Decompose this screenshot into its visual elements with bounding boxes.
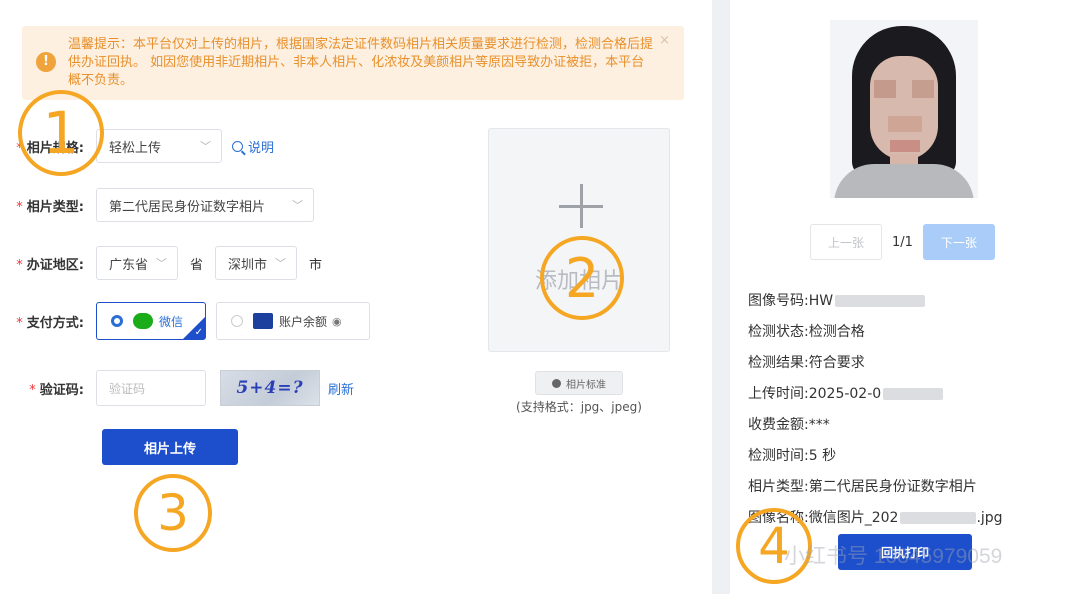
- info-row-status: 检测状态:检测合格: [748, 324, 865, 340]
- panel-divider: [712, 0, 730, 594]
- province-suffix: 省: [190, 257, 204, 273]
- step-marker-2: 2: [540, 236, 624, 320]
- city-select[interactable]: 深圳市 ﹀: [215, 246, 298, 280]
- region-label: * 办证地区:: [16, 257, 84, 273]
- chevron-down-icon: ﹀: [275, 257, 287, 270]
- payment-row: * 支付方式: 微信 ✓ 账户余额 ◉: [0, 302, 370, 340]
- region-row: * 办证地区: 广东省 ﹀ 省 深圳市 ﹀ 市: [0, 245, 334, 281]
- wechat-icon: [133, 313, 153, 329]
- check-icon: ✓: [194, 327, 203, 338]
- close-icon[interactable]: ×: [659, 32, 670, 50]
- page: ! 温馨提示：本平台仅对上传的相片，根据国家法定证件数码相片相关质量要求进行检测…: [0, 0, 1080, 594]
- info-row-fee: 收费金额:***: [748, 417, 830, 433]
- captcha-image[interactable]: 5+4=?: [220, 370, 320, 406]
- captcha-row: * 验证码: 验证码 5+4=? 刷新: [0, 370, 354, 406]
- radio-selected: [111, 315, 123, 327]
- upload-form-panel: ! 温馨提示：本平台仅对上传的相片，根据国家法定证件数码相片相关质量要求进行检测…: [0, 0, 712, 594]
- watermark-text: 小红书号 10845979059: [784, 545, 1003, 568]
- step-marker-3: 3: [134, 474, 212, 552]
- page-indicator: 1/1: [892, 234, 913, 250]
- wallet-icon: [253, 313, 273, 329]
- eye-icon[interactable]: ◉: [332, 315, 342, 328]
- info-row-photo-type: 相片类型:第二代居民身份证数字相片: [748, 479, 977, 495]
- photo-spec-select[interactable]: 轻松上传 ﹀: [96, 129, 222, 163]
- photo-spec-value: 轻松上传: [109, 140, 162, 156]
- info-row-detect-time: 检测时间:5 秒: [748, 448, 837, 464]
- payment-wechat-option[interactable]: 微信 ✓: [96, 302, 206, 340]
- photo-type-select[interactable]: 第二代居民身份证数字相片 ﹀: [96, 188, 314, 222]
- search-icon: [232, 140, 243, 152]
- notice-text: 温馨提示：本平台仅对上传的相片，根据国家法定证件数码相片相关质量要求进行检测，检…: [68, 37, 654, 88]
- photo-standard-button[interactable]: 相片标准: [535, 371, 623, 395]
- info-row-image-no: 图像号码:HW: [748, 290, 1003, 321]
- photo-pager: 上一张 1/1 下一张: [810, 224, 995, 260]
- captcha-refresh-link[interactable]: 刷新: [328, 379, 354, 398]
- radio-unselected: [231, 315, 243, 327]
- info-row-upload-time: 上传时间:2025-02-0: [748, 383, 1003, 414]
- notice-banner: ! 温馨提示：本平台仅对上传的相片，根据国家法定证件数码相片相关质量要求进行检测…: [22, 26, 684, 100]
- payment-label: * 支付方式:: [16, 315, 84, 331]
- info-icon: [552, 378, 561, 388]
- captcha-input[interactable]: 验证码: [96, 370, 206, 406]
- next-photo-button[interactable]: 下一张: [922, 224, 995, 260]
- photo-info-list: 图像号码:HW 检测状态:检测合格 检测结果:符合要求 上传时间:2025-02…: [748, 290, 1003, 538]
- preview-panel: 上一张 1/1 下一张 图像号码:HW 检测状态:检测合格 检测结果:符合要求 …: [730, 0, 1080, 594]
- payment-balance-option[interactable]: 账户余额 ◉: [216, 302, 370, 340]
- chevron-down-icon: ﹀: [292, 199, 303, 212]
- step-marker-1: 1: [18, 90, 104, 176]
- supported-formats: (支持格式：jpg、jpeg): [516, 400, 642, 414]
- help-link[interactable]: 说明: [232, 137, 274, 156]
- photo-type-row: * 相片类型: 第二代居民身份证数字相片 ﹀: [0, 187, 314, 223]
- photo-type-value: 第二代居民身份证数字相片: [109, 199, 266, 215]
- captcha-label: * 验证码:: [29, 382, 84, 398]
- info-row-result: 检测结果:符合要求: [748, 355, 865, 371]
- uploaded-photo: [830, 20, 978, 198]
- upload-photo-button[interactable]: 相片上传: [102, 429, 238, 465]
- photo-type-label: * 相片类型:: [16, 199, 84, 215]
- chevron-down-icon: ﹀: [200, 140, 211, 153]
- province-select[interactable]: 广东省 ﹀: [96, 246, 178, 280]
- prev-photo-button[interactable]: 上一张: [810, 224, 882, 260]
- chevron-down-icon: ﹀: [156, 257, 167, 270]
- warning-icon: !: [36, 52, 56, 72]
- city-suffix: 市: [309, 257, 323, 273]
